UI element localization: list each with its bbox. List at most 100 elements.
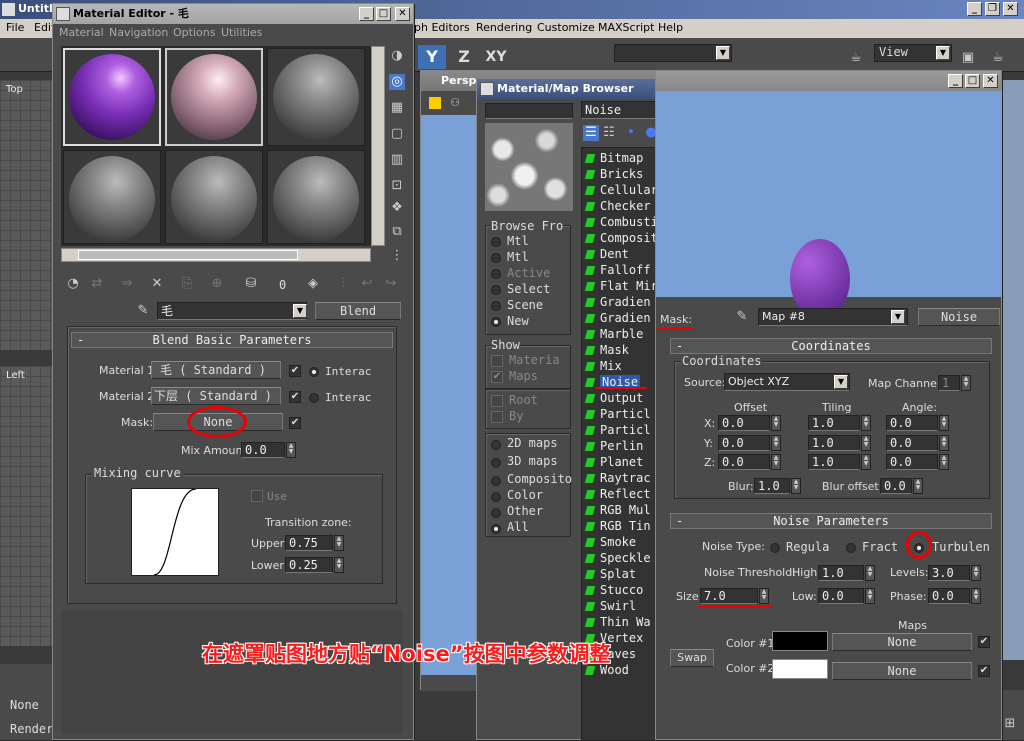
list-item-checker[interactable]: Checker <box>584 198 651 214</box>
list-item-dent[interactable]: Dent <box>584 246 629 262</box>
mix-amount-field[interactable]: 0.0 <box>241 442 285 458</box>
sample-slots-hscroll[interactable] <box>61 248 371 262</box>
interactive2-radio[interactable] <box>309 393 319 403</box>
offset-x-spinner[interactable]: ▲ ▼ <box>771 415 781 431</box>
menu-help[interactable]: Help <box>658 21 683 34</box>
offset-y-field[interactable]: 0.0 <box>718 435 770 451</box>
upper-spinner[interactable]: ▲ ▼ <box>334 535 344 551</box>
use-curve-checkbox[interactable] <box>251 490 263 502</box>
angle-x-spinner[interactable]: ▲ ▼ <box>939 415 949 431</box>
top-viewport[interactable] <box>0 80 52 350</box>
noise-type-fractal-radio[interactable] <box>846 543 856 553</box>
filter-3d-radio[interactable] <box>491 458 501 468</box>
material-name-dropdown-icon[interactable]: ▼ <box>293 304 307 318</box>
list-item-falloff[interactable]: Falloff <box>584 262 651 278</box>
mask-enable-checkbox[interactable]: ✔ <box>289 417 301 429</box>
map-type-button[interactable]: Noise <box>918 308 1000 326</box>
view-list-icons-icon[interactable]: ☷ <box>601 125 617 141</box>
noise-panel-close-button[interactable]: ✕ <box>983 74 998 88</box>
color1-map-button[interactable]: None <box>832 633 972 651</box>
maximize-viewport-icon[interactable]: ⊞ <box>1002 716 1018 732</box>
blend-rollout-header[interactable]: - Blend Basic Parameters <box>71 332 393 348</box>
by-object-checkbox[interactable] <box>491 411 503 423</box>
angle-y-spinner[interactable]: ▲ ▼ <box>939 435 949 451</box>
close-button[interactable]: ✕ <box>1003 2 1018 16</box>
material1-button[interactable]: 毛 ( Standard ) <box>151 361 281 379</box>
selection-set-dropdown[interactable] <box>614 44 732 62</box>
list-item-rgb-multiply[interactable]: RGB Mul <box>584 502 651 518</box>
blur-offset-spinner[interactable]: ▲ ▼ <box>913 478 923 494</box>
material2-button[interactable]: 下层 ( Standard ) <box>151 387 281 405</box>
low-field[interactable]: 0.0 <box>818 588 864 604</box>
sample-slots-vscroll[interactable] <box>371 46 385 246</box>
axis-xy-button[interactable]: XY <box>482 45 510 69</box>
sample-slot-1[interactable] <box>63 48 161 146</box>
upper-field[interactable]: 0.75 <box>285 535 333 551</box>
mat-menu-material[interactable]: Material <box>59 26 104 39</box>
view-small-icons-icon[interactable]: • <box>623 125 639 141</box>
put-to-library-icon[interactable]: ⛁ <box>243 276 259 292</box>
perspective-viewport[interactable] <box>1000 80 1024 660</box>
source-dropdown[interactable]: Object XYZ <box>724 373 850 391</box>
list-item-perlin[interactable]: Perlin <box>584 438 643 454</box>
filter-all-radio[interactable] <box>491 524 501 534</box>
source-dropdown-icon[interactable]: ▼ <box>834 375 848 389</box>
filter-other-radio[interactable] <box>491 508 501 518</box>
menu-maxscript[interactable]: MAXScript <box>598 21 654 34</box>
make-copy-icon[interactable]: ⎘ <box>179 276 195 292</box>
make-unique-icon[interactable]: ⊕ <box>209 276 225 292</box>
color1-map-checkbox[interactable]: ✔ <box>978 636 990 648</box>
color2-map-checkbox[interactable]: ✔ <box>978 665 990 677</box>
tiling-y-spinner[interactable]: ▲ ▼ <box>861 435 871 451</box>
lower-spinner[interactable]: ▲ ▼ <box>334 557 344 573</box>
pick-material-eyedropper-icon[interactable]: ✎ <box>135 303 151 319</box>
menu-graph-editors[interactable]: ph Editors <box>414 21 470 34</box>
noise-type-regular-radio[interactable] <box>770 543 780 553</box>
offset-z-field[interactable]: 0.0 <box>718 454 770 470</box>
browse-mtl-library-radio[interactable] <box>491 237 501 247</box>
list-item-smoke[interactable]: Smoke <box>584 534 636 550</box>
show-materials-checkbox[interactable] <box>491 355 503 367</box>
lower-field[interactable]: 0.25 <box>285 557 333 573</box>
list-item-marble[interactable]: Marble <box>584 326 643 342</box>
browse-selected-radio[interactable] <box>491 285 501 295</box>
high-spinner[interactable]: ▲ ▼ <box>865 565 875 581</box>
material2-enable-checkbox[interactable]: ✔ <box>289 391 301 403</box>
make-preview-icon[interactable]: ⊡ <box>389 178 405 194</box>
go-forward-sibling-icon[interactable]: ↪ <box>383 276 399 292</box>
get-material-icon[interactable]: ◔ <box>65 276 81 292</box>
mat-menu-options[interactable]: Options <box>173 26 215 39</box>
teapot-icon[interactable]: ☕ <box>848 50 864 66</box>
list-item-gradient[interactable]: Gradien <box>584 294 651 310</box>
map-name-field[interactable]: Map #8 <box>758 308 908 326</box>
restore-button[interactable]: ❐ <box>985 2 1000 16</box>
put-to-scene-icon[interactable]: ⇄ <box>89 276 105 292</box>
assign-to-selection-icon[interactable]: ⇒ <box>119 276 135 292</box>
mat-editor-close-button[interactable]: ✕ <box>395 7 410 21</box>
minimize-button[interactable]: _ <box>967 2 982 16</box>
go-to-parent-icon[interactable]: ↩ <box>359 276 375 292</box>
noise-eyedropper-icon[interactable]: ✎ <box>734 309 750 325</box>
blur-field[interactable]: 1.0 <box>754 478 790 494</box>
blur-spinner[interactable]: ▲ ▼ <box>791 478 801 494</box>
tiling-z-field[interactable]: 1.0 <box>808 454 860 470</box>
axis-y-button[interactable]: Y <box>418 45 446 69</box>
sample-slot-2[interactable] <box>165 48 263 146</box>
persp-yellow-icon[interactable] <box>429 97 441 109</box>
menu-customize[interactable]: Customize <box>537 21 595 34</box>
list-item-composite[interactable]: Composite <box>584 230 665 246</box>
browse-mtl-editor-radio[interactable] <box>491 253 501 263</box>
tiling-z-spinner[interactable]: ▲ ▼ <box>861 454 871 470</box>
list-item-bitmap[interactable]: Bitmap <box>584 150 643 166</box>
material-name-field[interactable]: 毛 <box>157 302 307 320</box>
material-navigator-icon[interactable]: ⋮ <box>389 248 405 264</box>
sample-slot-4[interactable] <box>63 150 161 244</box>
view-list-icon[interactable]: ☰ <box>583 125 599 141</box>
map-channel-spinner[interactable]: ▲ ▼ <box>961 375 971 391</box>
angle-y-field[interactable]: 0.0 <box>886 435 938 451</box>
coordinates-rollout-header[interactable]: - Coordinates <box>670 338 992 354</box>
size-spinner[interactable]: ▲ ▼ <box>759 588 769 604</box>
background-checker-icon[interactable]: ▦ <box>389 100 405 116</box>
tiling-x-field[interactable]: 1.0 <box>808 415 860 431</box>
map-name-dropdown-icon[interactable]: ▼ <box>891 310 905 324</box>
